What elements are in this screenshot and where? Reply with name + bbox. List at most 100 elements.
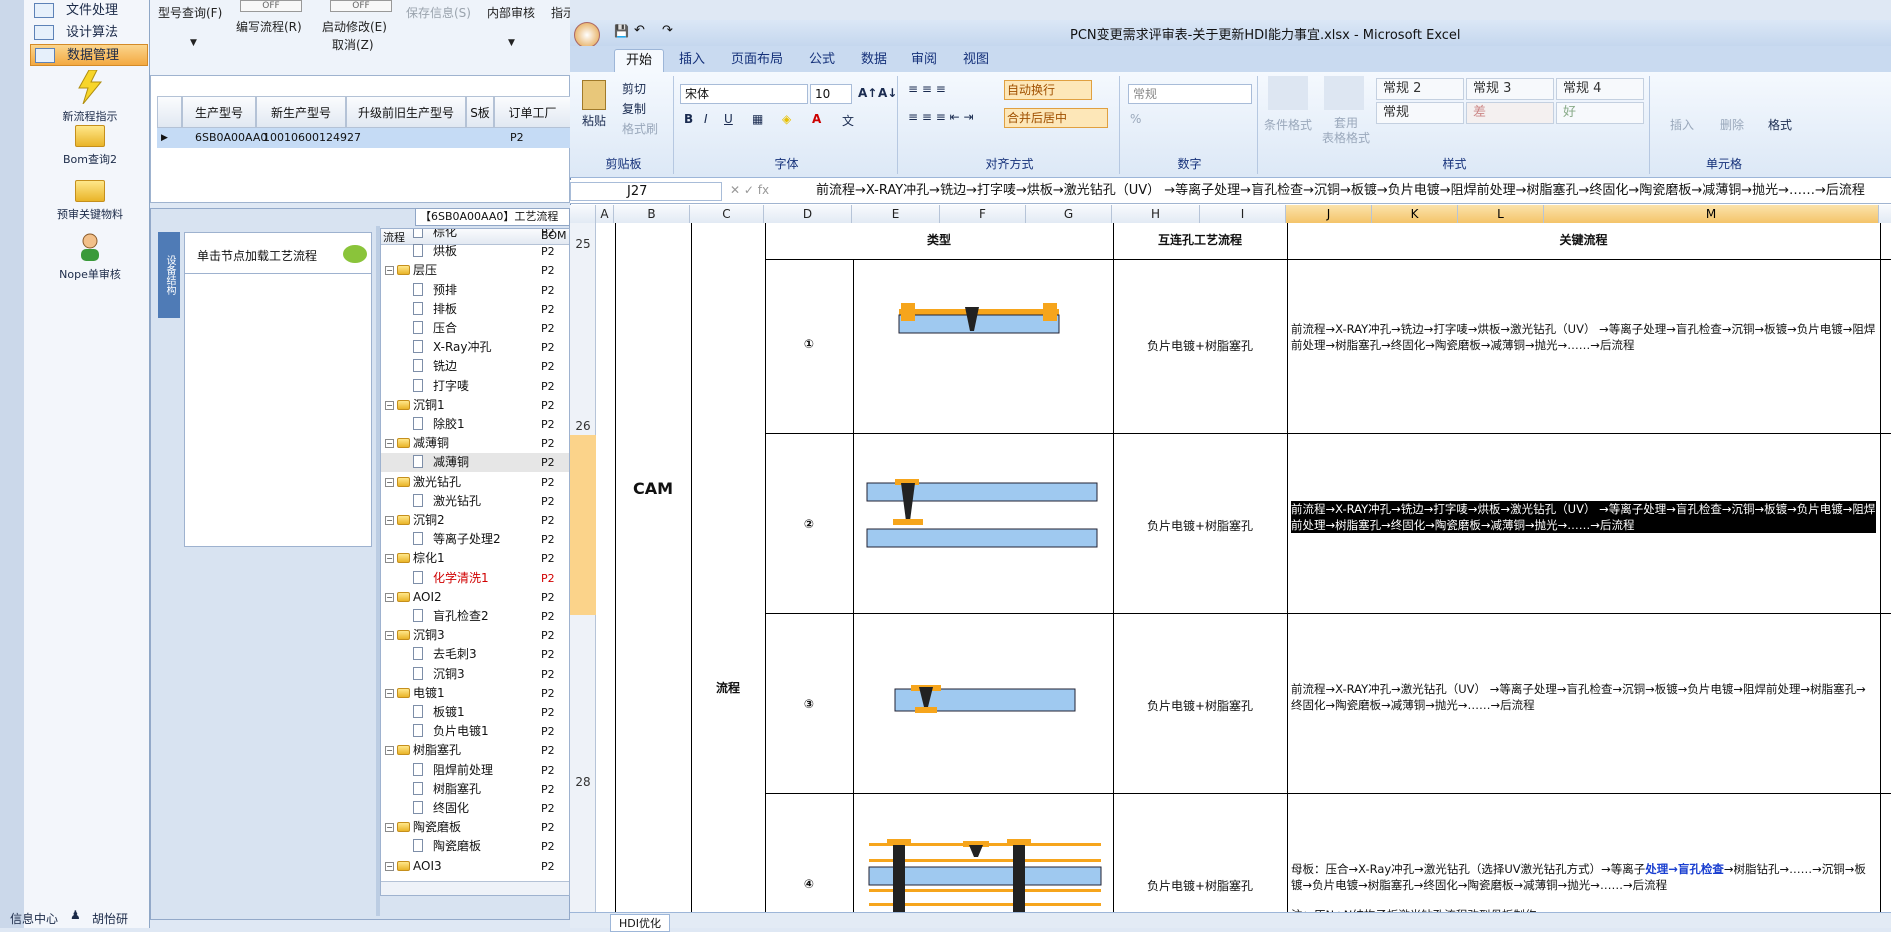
tree-node[interactable]: 沉铜3 P2 <box>381 665 569 684</box>
tree-node[interactable]: − 陶瓷磨板 P2 <box>381 818 569 837</box>
tree-node[interactable]: 激光钻孔 P2 <box>381 492 569 511</box>
tree-node[interactable]: 铣边 P2 <box>381 357 569 376</box>
tab-data[interactable]: 数据 <box>850 49 898 72</box>
column-header-c[interactable]: C <box>690 205 764 223</box>
tree-node[interactable]: 负片电镀1 P2 <box>381 722 569 741</box>
cell-key-flow-selected[interactable]: 前流程→X-RAY冲孔→铣边→打字唛→烘板→激光钻孔（UV） →等离子处理→盲孔… <box>1291 501 1876 533</box>
nav-nope-review[interactable]: Nope单审核 <box>32 232 148 282</box>
start-edit-button[interactable]: 启动修改(E) <box>322 18 387 35</box>
align-left-icon[interactable]: ≡ ≡ ≡ ⇤ ⇥ <box>908 110 974 124</box>
nav-new-flow-instruction[interactable]: 新流程指示 <box>32 69 148 124</box>
table-format-icon[interactable] <box>1324 76 1364 110</box>
column-header-g[interactable]: G <box>1026 205 1112 223</box>
style-bad[interactable]: 差 <box>1466 102 1554 124</box>
tree-node[interactable]: 阻焊前处理 P2 <box>381 761 569 780</box>
cell-interconnect[interactable]: 负片电镀+树脂塞孔 <box>1113 697 1287 714</box>
tree-node[interactable]: 烘板 P2 <box>381 242 569 261</box>
nav-data-management[interactable]: 数据管理 <box>30 44 148 66</box>
status-info-center[interactable]: 信息中心 <box>10 910 58 927</box>
tree-node[interactable]: X-Ray冲孔 P2 <box>381 338 569 357</box>
tab-review[interactable]: 审阅 <box>900 49 948 72</box>
tree-node[interactable]: 等离子处理2 P2 <box>381 530 569 549</box>
grid-header-s-board[interactable]: S板 <box>466 96 494 128</box>
column-header-e[interactable]: E <box>852 205 940 223</box>
align-top-icon[interactable]: ≡ ≡ ≡ <box>908 82 946 96</box>
tree-node[interactable]: 除胶1 P2 <box>381 415 569 434</box>
sheet-tab-hdi[interactable]: HDI优化 <box>610 914 670 932</box>
column-header-h[interactable]: H <box>1112 205 1200 223</box>
tree-node[interactable]: − 激光钻孔 P2 <box>381 473 569 492</box>
tree-node[interactable]: 减薄铜 P2 <box>381 453 569 473</box>
office-button[interactable] <box>574 22 600 48</box>
cell-type-num[interactable]: ④ <box>765 877 853 891</box>
paste-icon[interactable] <box>582 80 606 110</box>
column-header-m[interactable]: M <box>1544 205 1879 223</box>
cell-interconnect[interactable]: 负片电镀+树脂塞孔 <box>1113 517 1287 534</box>
row-header-28[interactable]: 28 <box>570 775 596 789</box>
menu-instruction-check[interactable]: 指示检查 <box>551 4 570 21</box>
insert-cells-button[interactable]: 插入 <box>1670 116 1694 133</box>
edit-flow-button[interactable]: 编写流程(R) <box>236 18 302 35</box>
conditional-format-button[interactable]: 条件格式 <box>1264 116 1312 133</box>
nav-precheck-materials[interactable]: 预审关键物料 <box>32 180 148 222</box>
percent-button[interactable]: % <box>1130 112 1141 126</box>
cell-type-num[interactable]: ① <box>765 337 853 351</box>
font-name-select[interactable]: 宋体 <box>680 84 808 104</box>
bold-button[interactable]: B <box>684 112 693 126</box>
font-size-select[interactable]: 10 <box>810 84 852 104</box>
column-header-a[interactable]: A <box>596 205 614 223</box>
tree-node[interactable]: 树脂塞孔 P2 <box>381 780 569 799</box>
tab-insert[interactable]: 插入 <box>668 49 716 72</box>
format-cells-button[interactable]: 格式 <box>1768 116 1792 133</box>
collapse-icon[interactable]: − <box>385 266 394 276</box>
tab-equipment-structure[interactable]: 设备结构 <box>158 232 180 318</box>
grid-header-new-model[interactable]: 新生产型号 <box>256 96 346 128</box>
column-header-b[interactable]: B <box>614 205 690 223</box>
phonetic-icon[interactable]: 文 <box>842 112 854 129</box>
collapse-icon[interactable]: − <box>385 861 394 871</box>
tree-node[interactable]: 陶瓷磨板 P2 <box>381 837 569 856</box>
grid-header-model[interactable]: 生产型号 <box>182 96 256 128</box>
fill-color-icon[interactable]: ◈ <box>782 112 791 126</box>
tab-view[interactable]: 视图 <box>952 49 1000 72</box>
tree-node[interactable]: 板镀1 P2 <box>381 703 569 722</box>
tree-node[interactable]: − 树脂塞孔 P2 <box>381 741 569 760</box>
tree-node[interactable]: − 棕化1 P2 <box>381 549 569 568</box>
row-header-25[interactable]: 25 <box>570 237 596 251</box>
format-painter-button[interactable]: 格式刷 <box>622 120 658 137</box>
name-box[interactable]: J27 <box>570 182 722 201</box>
conditional-format-icon[interactable] <box>1268 76 1308 110</box>
column-header-f[interactable]: F <box>940 205 1026 223</box>
collapse-icon[interactable]: − <box>385 631 394 641</box>
border-icon[interactable]: ▦ <box>752 112 763 126</box>
italic-button[interactable]: I <box>704 112 708 126</box>
tree-node[interactable]: − 层压 P2 <box>381 261 569 280</box>
cell-type-num[interactable]: ③ <box>765 697 853 711</box>
delete-cells-button[interactable]: 删除 <box>1720 116 1744 133</box>
undo-icon[interactable]: ↶ <box>634 23 645 38</box>
tree-node[interactable]: − AOI3 P2 <box>381 857 569 876</box>
table-row[interactable]: ▶ 6SB0A00AA0 10010600124927 P2 <box>157 128 571 148</box>
chevron-down-icon[interactable]: ▼ <box>190 38 197 48</box>
menu-internal-review[interactable]: 内部审核 <box>487 4 535 21</box>
style-normal[interactable]: 常规 <box>1376 102 1464 124</box>
collapse-icon[interactable]: − <box>385 554 394 564</box>
tree-node[interactable]: 预排 P2 <box>381 281 569 300</box>
collapse-icon[interactable]: − <box>385 688 394 698</box>
tree-node[interactable]: 棕化 P2 <box>381 229 569 242</box>
collapse-icon[interactable]: − <box>385 592 394 602</box>
cell-type-num[interactable]: ② <box>765 517 853 531</box>
column-header-j[interactable]: J <box>1286 205 1372 223</box>
table-format-button[interactable]: 套用 表格格式 <box>1322 116 1370 146</box>
toggle-start-edit[interactable]: OFF <box>330 0 392 12</box>
column-header-k[interactable]: K <box>1372 205 1458 223</box>
style-good[interactable]: 好 <box>1556 102 1644 124</box>
column-header-l[interactable]: L <box>1458 205 1544 223</box>
copy-button[interactable]: 复制 <box>622 100 646 117</box>
collapse-icon[interactable]: − <box>385 439 394 449</box>
tree-node[interactable]: 盲孔检查2 P2 <box>381 607 569 626</box>
merge-center-button[interactable]: 合并后居中 <box>1004 108 1108 128</box>
cell-key-flow[interactable]: 前流程→X-RAY冲孔→铣边→打字唛→烘板→激光钻孔（UV） →等离子处理→盲孔… <box>1291 321 1876 353</box>
grow-font-button[interactable]: A↑ <box>858 86 877 100</box>
collapse-icon[interactable]: − <box>385 516 394 525</box>
